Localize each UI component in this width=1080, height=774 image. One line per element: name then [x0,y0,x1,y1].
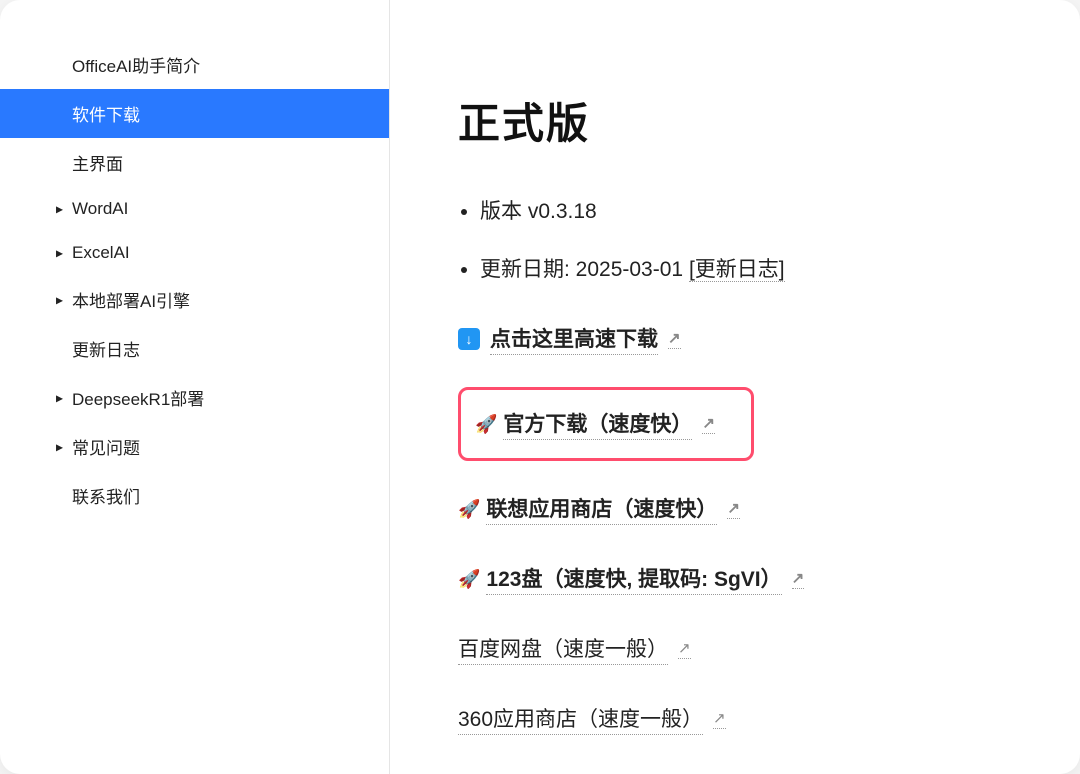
download-official[interactable]: 🚀 官方下载（速度快） ↗ [475,408,715,440]
rocket-icon: 🚀 [458,500,480,518]
highlighted-download: 🚀 官方下载（速度快） ↗ [458,387,754,461]
external-link-icon: ↗ [702,414,715,434]
sidebar-item-main-ui[interactable]: 主界面 [28,138,389,187]
date-prefix: 更新日期: [480,258,576,281]
external-link-icon: ↗ [713,709,726,729]
sidebar-item-label: WordAI [72,199,128,218]
sidebar-item-label: 常见问题 [72,439,140,458]
download-primary[interactable]: ↓ 点击这里高速下载 ↗ [458,323,681,355]
download-arrow-icon: ↓ [458,328,480,350]
download-link-label: 百度网盘（速度一般） [458,633,668,665]
rocket-icon: 🚀 [458,570,480,588]
date-line: 更新日期: 2025-03-01 [更新日志] [480,253,1056,283]
download-link-label: 123盘（速度快, 提取码: SgVI） [486,563,781,595]
sidebar: OfficeAI助手简介 软件下载 主界面 WordAI ExcelAI 本地部… [0,0,390,774]
download-123pan[interactable]: 🚀 123盘（速度快, 提取码: SgVI） ↗ [458,563,804,595]
sidebar-item-label: 主界面 [72,155,123,174]
sidebar-item-wordai[interactable]: WordAI [28,187,389,231]
page-title: 正式版 [458,90,1056,151]
download-lenovo[interactable]: 🚀 联想应用商店（速度快） ↗ [458,493,740,525]
sidebar-item-changelog[interactable]: 更新日志 [28,324,389,373]
external-link-icon: ↗ [668,329,681,349]
download-baidu[interactable]: 百度网盘（速度一般） ↗ [458,633,691,665]
sidebar-item-excelai[interactable]: ExcelAI [28,231,389,275]
date-value: 2025-03-01 [576,258,683,281]
sidebar-item-deepseek[interactable]: DeepseekR1部署 [28,373,389,422]
version-value: v0.3.18 [528,200,597,223]
version-prefix: 版本 [480,200,528,223]
changelog-link[interactable]: [更新日志] [689,258,785,282]
download-link-label: 官方下载（速度快） [503,408,692,440]
download-link-label: 点击这里高速下载 [490,323,658,355]
sidebar-item-label: DeepseekR1部署 [72,390,204,409]
sidebar-item-intro[interactable]: OfficeAI助手简介 [28,40,389,89]
external-link-icon: ↗ [727,499,740,519]
rocket-icon: 🚀 [475,415,497,433]
download-link-label: 360应用商店（速度一般） [458,703,703,735]
sidebar-list: OfficeAI助手简介 软件下载 主界面 WordAI ExcelAI 本地部… [28,40,389,520]
sidebar-item-label: ExcelAI [72,243,130,262]
sidebar-item-label: OfficeAI助手简介 [72,57,200,76]
sidebar-item-label: 联系我们 [72,488,140,507]
app-card: OfficeAI助手简介 软件下载 主界面 WordAI ExcelAI 本地部… [0,0,1080,774]
sidebar-item-local-ai[interactable]: 本地部署AI引擎 [28,275,389,324]
sidebar-item-contact[interactable]: 联系我们 [28,471,389,520]
sidebar-item-label: 本地部署AI引擎 [72,292,190,311]
info-list: 版本 v0.3.18 更新日期: 2025-03-01 [更新日志] [458,195,1056,283]
download-links: ↓ 点击这里高速下载 ↗ 🚀 官方下载（速度快） ↗ 🚀 联想应用商店（速度快）… [458,323,1056,735]
main-content: 正式版 版本 v0.3.18 更新日期: 2025-03-01 [更新日志] ↓… [390,0,1080,774]
version-line: 版本 v0.3.18 [480,195,1056,225]
sidebar-item-label: 软件下载 [72,106,140,125]
external-link-icon: ↗ [678,639,691,659]
download-360[interactable]: 360应用商店（速度一般） ↗ [458,703,726,735]
sidebar-item-faq[interactable]: 常见问题 [28,422,389,471]
sidebar-item-label: 更新日志 [72,341,140,360]
download-link-label: 联想应用商店（速度快） [486,493,717,525]
sidebar-item-download[interactable]: 软件下载 [0,89,389,138]
external-link-icon: ↗ [792,569,805,589]
